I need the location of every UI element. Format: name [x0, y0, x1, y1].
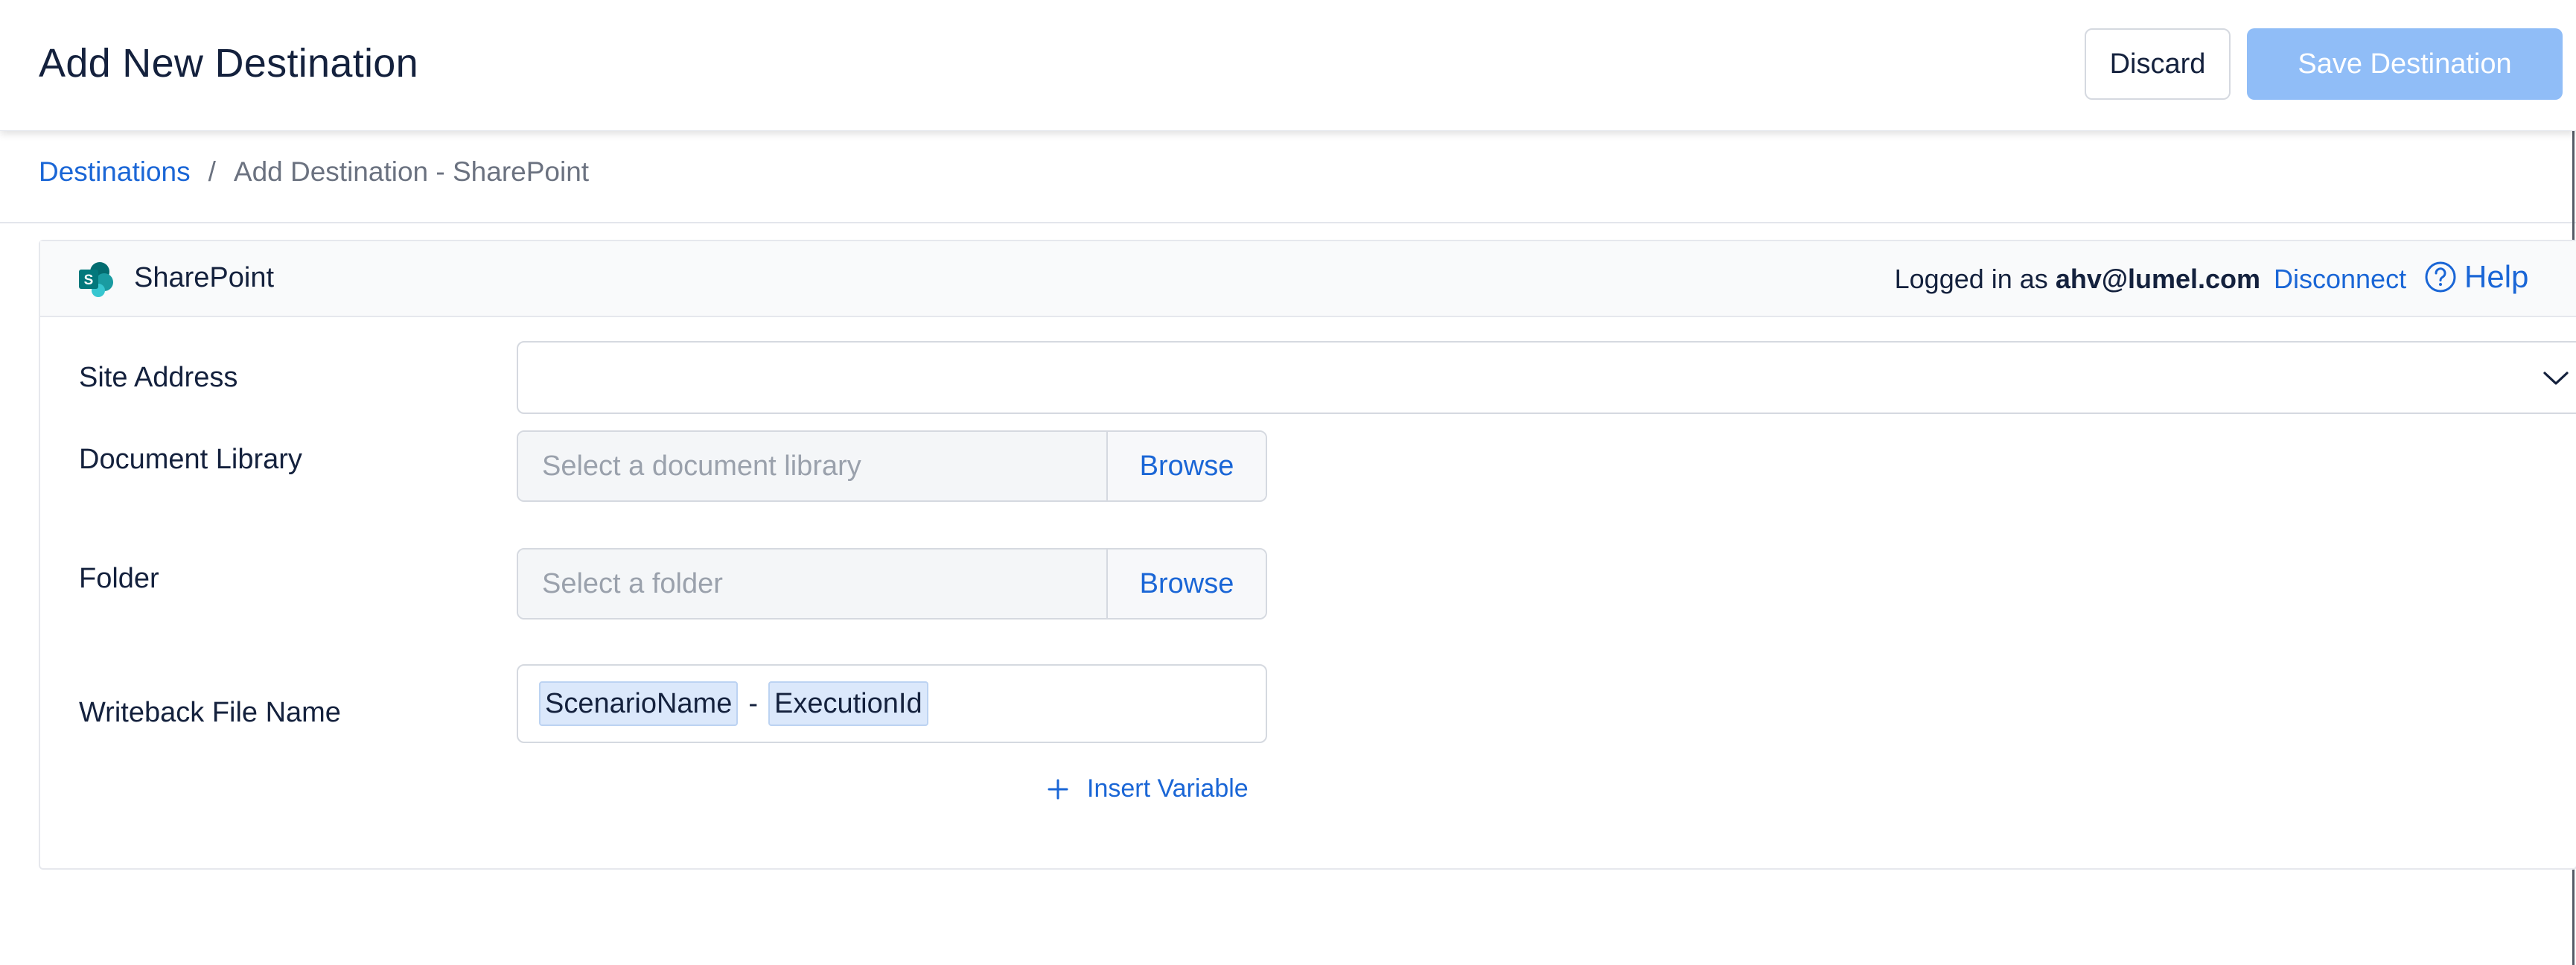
variable-chip[interactable]: ExecutionId — [768, 681, 928, 726]
help-circle-icon — [2424, 261, 2457, 293]
service-name: SharePoint — [134, 262, 275, 293]
folder-group: Browse — [517, 548, 1267, 620]
folder-label: Folder — [79, 563, 159, 594]
help-label: Help — [2464, 259, 2529, 294]
logged-in-user: ahv@lumel.com — [2055, 264, 2260, 294]
breadcrumb: Destinations / Add Destination - SharePo… — [39, 153, 589, 191]
chevron-down-icon — [2542, 368, 2570, 389]
sharepoint-logo-icon: S — [77, 261, 115, 298]
connection-header: S SharePoint Logged in as ahv@lumel.com … — [40, 241, 2576, 317]
browse-folder-button[interactable]: Browse — [1108, 550, 1266, 618]
discard-button[interactable]: Discard — [2085, 28, 2231, 100]
document-library-input[interactable] — [518, 432, 1108, 500]
destination-form-card: S SharePoint Logged in as ahv@lumel.com … — [39, 240, 2576, 870]
logged-in-prefix: Logged in as — [1894, 264, 2056, 294]
header-divider — [0, 222, 2576, 223]
svg-text:S: S — [84, 273, 94, 288]
insert-variable-label: Insert Variable — [1087, 774, 1249, 803]
browse-library-button[interactable]: Browse — [1108, 432, 1266, 500]
variable-chip[interactable]: ScenarioName — [539, 681, 739, 726]
insert-variable-button[interactable]: Insert Variable — [1047, 774, 1249, 803]
top-bar: Add New Destination Discard Save Destina… — [0, 0, 2576, 131]
chip-separator: - — [748, 687, 758, 719]
breadcrumb-destinations-link[interactable]: Destinations — [39, 156, 191, 188]
disconnect-link[interactable]: Disconnect — [2274, 264, 2406, 295]
document-library-label: Document Library — [79, 444, 302, 475]
breadcrumb-current: Add Destination - SharePoint — [233, 156, 590, 187]
logged-in-status: Logged in as ahv@lumel.com — [1895, 264, 2260, 295]
writeback-file-name-field[interactable]: ScenarioName - ExecutionId — [517, 664, 1267, 743]
page-title: Add New Destination — [39, 41, 418, 86]
save-destination-button[interactable]: Save Destination — [2247, 28, 2563, 100]
document-library-group: Browse — [517, 430, 1267, 502]
breadcrumb-separator: / — [208, 156, 216, 187]
plus-icon — [1047, 778, 1069, 800]
site-address-select[interactable] — [517, 341, 2576, 414]
writeback-file-name-label: Writeback File Name — [79, 697, 341, 728]
help-link[interactable]: Help — [2424, 259, 2528, 295]
site-address-label: Site Address — [79, 362, 238, 393]
folder-input[interactable] — [518, 550, 1108, 618]
